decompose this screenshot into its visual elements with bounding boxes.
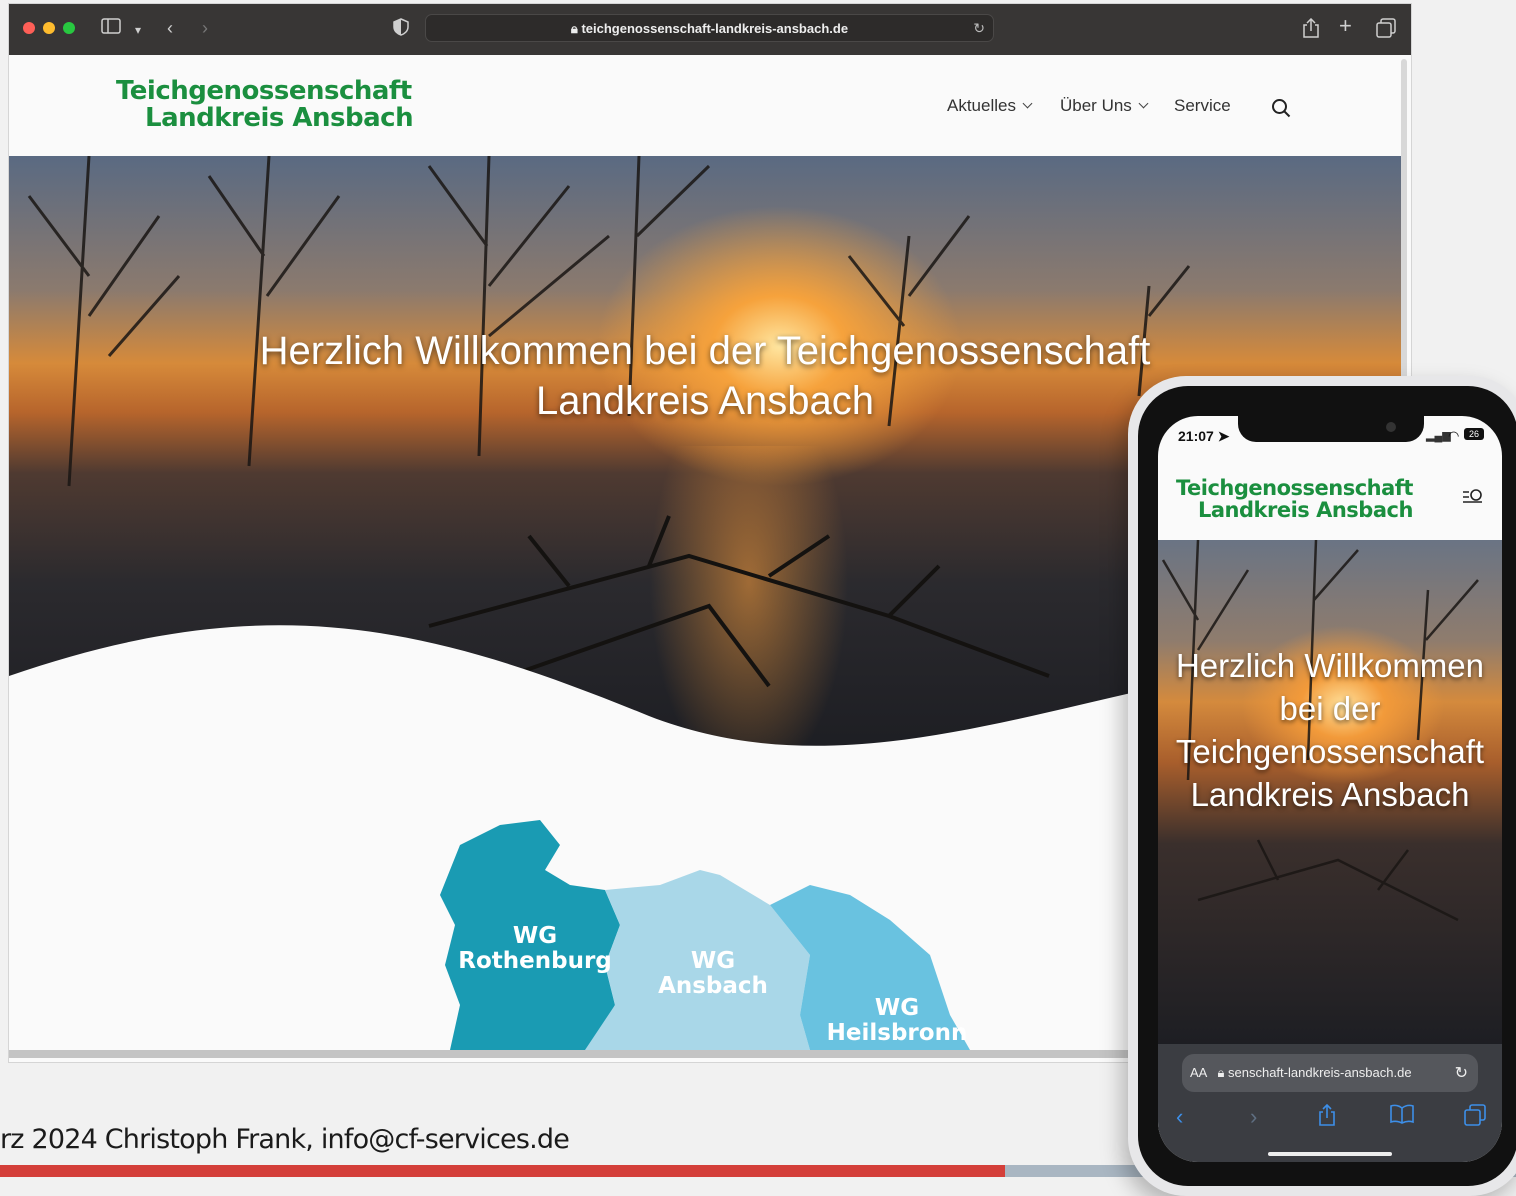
map-label-rothenburg-line2: Rothenburg <box>458 948 612 974</box>
mobile-browser-bar: AA 🔒︎ senschaft-landkreis-ansbach.de ↻ ‹… <box>1158 1044 1502 1162</box>
zoom-window-button[interactable] <box>63 22 75 34</box>
reload-icon[interactable]: ↻ <box>1455 1063 1468 1083</box>
mobile-hero-image: Herzlich Willkommen bei der Teichgenosse… <box>1158 540 1502 1046</box>
map-label-heilsbronn-line1: WG <box>875 995 919 1021</box>
chevron-down-icon <box>1022 98 1033 109</box>
region-map: WG Rothenburg WG Ansbach WG Heilsbronn <box>440 820 970 1050</box>
forward-icon[interactable]: › <box>1250 1104 1257 1130</box>
battery-icon: 26 <box>1464 428 1484 440</box>
back-icon[interactable]: ‹ <box>167 18 173 38</box>
map-label-rothenburg-line1: WG <box>513 923 557 949</box>
wifi-icon: ◠ <box>1448 428 1460 443</box>
home-indicator[interactable] <box>1268 1152 1392 1156</box>
mobile-url-text: senschaft-landkreis-ansbach.de <box>1228 1065 1412 1080</box>
reload-icon[interactable]: ↻ <box>973 20 985 37</box>
phone-notch <box>1238 416 1424 442</box>
map-label-ansbach-line1: WG <box>691 948 735 974</box>
text-size-button[interactable]: AA <box>1190 1065 1207 1080</box>
mobile-menu-search-icon[interactable] <box>1462 488 1484 511</box>
footer-accent-bar <box>0 1165 1005 1177</box>
nav-item-service[interactable]: Service <box>1174 96 1231 116</box>
status-time: 21:07 ➤ <box>1178 428 1230 444</box>
sidebar-icon[interactable] <box>101 18 121 38</box>
map-label-heilsbronn-line2: Heilsbronn <box>827 1020 968 1046</box>
lock-icon: 🔒︎ <box>1210 1065 1225 1080</box>
signal-icon: ▂▄▆ <box>1426 430 1451 442</box>
search-icon[interactable] <box>1271 98 1291 123</box>
close-window-button[interactable] <box>23 22 35 34</box>
site-header: Teichgenossenschaft Landkreis Ansbach Ak… <box>9 55 1401 156</box>
forward-icon[interactable]: › <box>202 18 208 38</box>
share-icon[interactable] <box>1318 1103 1336 1132</box>
lock-icon: 🔒︎ <box>570 21 578 36</box>
chevron-down-icon <box>1138 98 1149 109</box>
address-bar[interactable]: 🔒︎ teichgenossenschaft-landkreis-ansbach… <box>425 14 994 42</box>
tabs-icon[interactable] <box>1464 1104 1486 1132</box>
front-camera-icon <box>1386 422 1396 432</box>
nav-item-aktuelles[interactable]: Aktuelles <box>947 96 1033 116</box>
back-icon[interactable]: ‹ <box>1176 1104 1183 1130</box>
privacy-shield-icon[interactable] <box>393 18 409 40</box>
share-icon[interactable] <box>1302 17 1320 42</box>
chevron-down-icon[interactable]: ▾ <box>135 20 141 40</box>
location-arrow-icon: ➤ <box>1217 428 1230 444</box>
minimize-window-button[interactable] <box>43 22 55 34</box>
tab-overview-icon[interactable] <box>1376 18 1396 42</box>
footer-credit: rz 2024 Christoph Frank, info@cf-service… <box>0 1124 570 1155</box>
bookmarks-icon[interactable] <box>1390 1104 1414 1130</box>
site-logo-line2[interactable]: Landkreis Ansbach <box>145 103 414 133</box>
site-logo-line1[interactable]: Teichgenossenschaft <box>116 76 412 106</box>
phone-screen: 21:07 ➤ ▂▄▆ ◠ 26 Teichgenossenschaft Lan… <box>1158 416 1502 1162</box>
new-tab-icon[interactable]: + <box>1339 15 1352 37</box>
nav-item-ueber-uns[interactable]: Über Uns <box>1060 96 1149 116</box>
mobile-logo-line1[interactable]: Teichgenossenschaft <box>1176 476 1413 500</box>
browser-toolbar: ▾ ‹ › 🔒︎ teichgenossenschaft-landkreis-a… <box>9 4 1411 55</box>
mobile-address-bar[interactable]: AA 🔒︎ senschaft-landkreis-ansbach.de ↻ <box>1182 1054 1478 1092</box>
phone-mockup: 21:07 ➤ ▂▄▆ ◠ 26 Teichgenossenschaft Lan… <box>1128 376 1516 1196</box>
mobile-hero-title: Herzlich Willkommen bei der Teichgenosse… <box>1175 647 1485 813</box>
mobile-logo-line2[interactable]: Landkreis Ansbach <box>1198 498 1413 522</box>
url-text: teichgenossenschaft-landkreis-ansbach.de <box>581 21 849 36</box>
map-label-ansbach-line2: Ansbach <box>658 973 768 999</box>
